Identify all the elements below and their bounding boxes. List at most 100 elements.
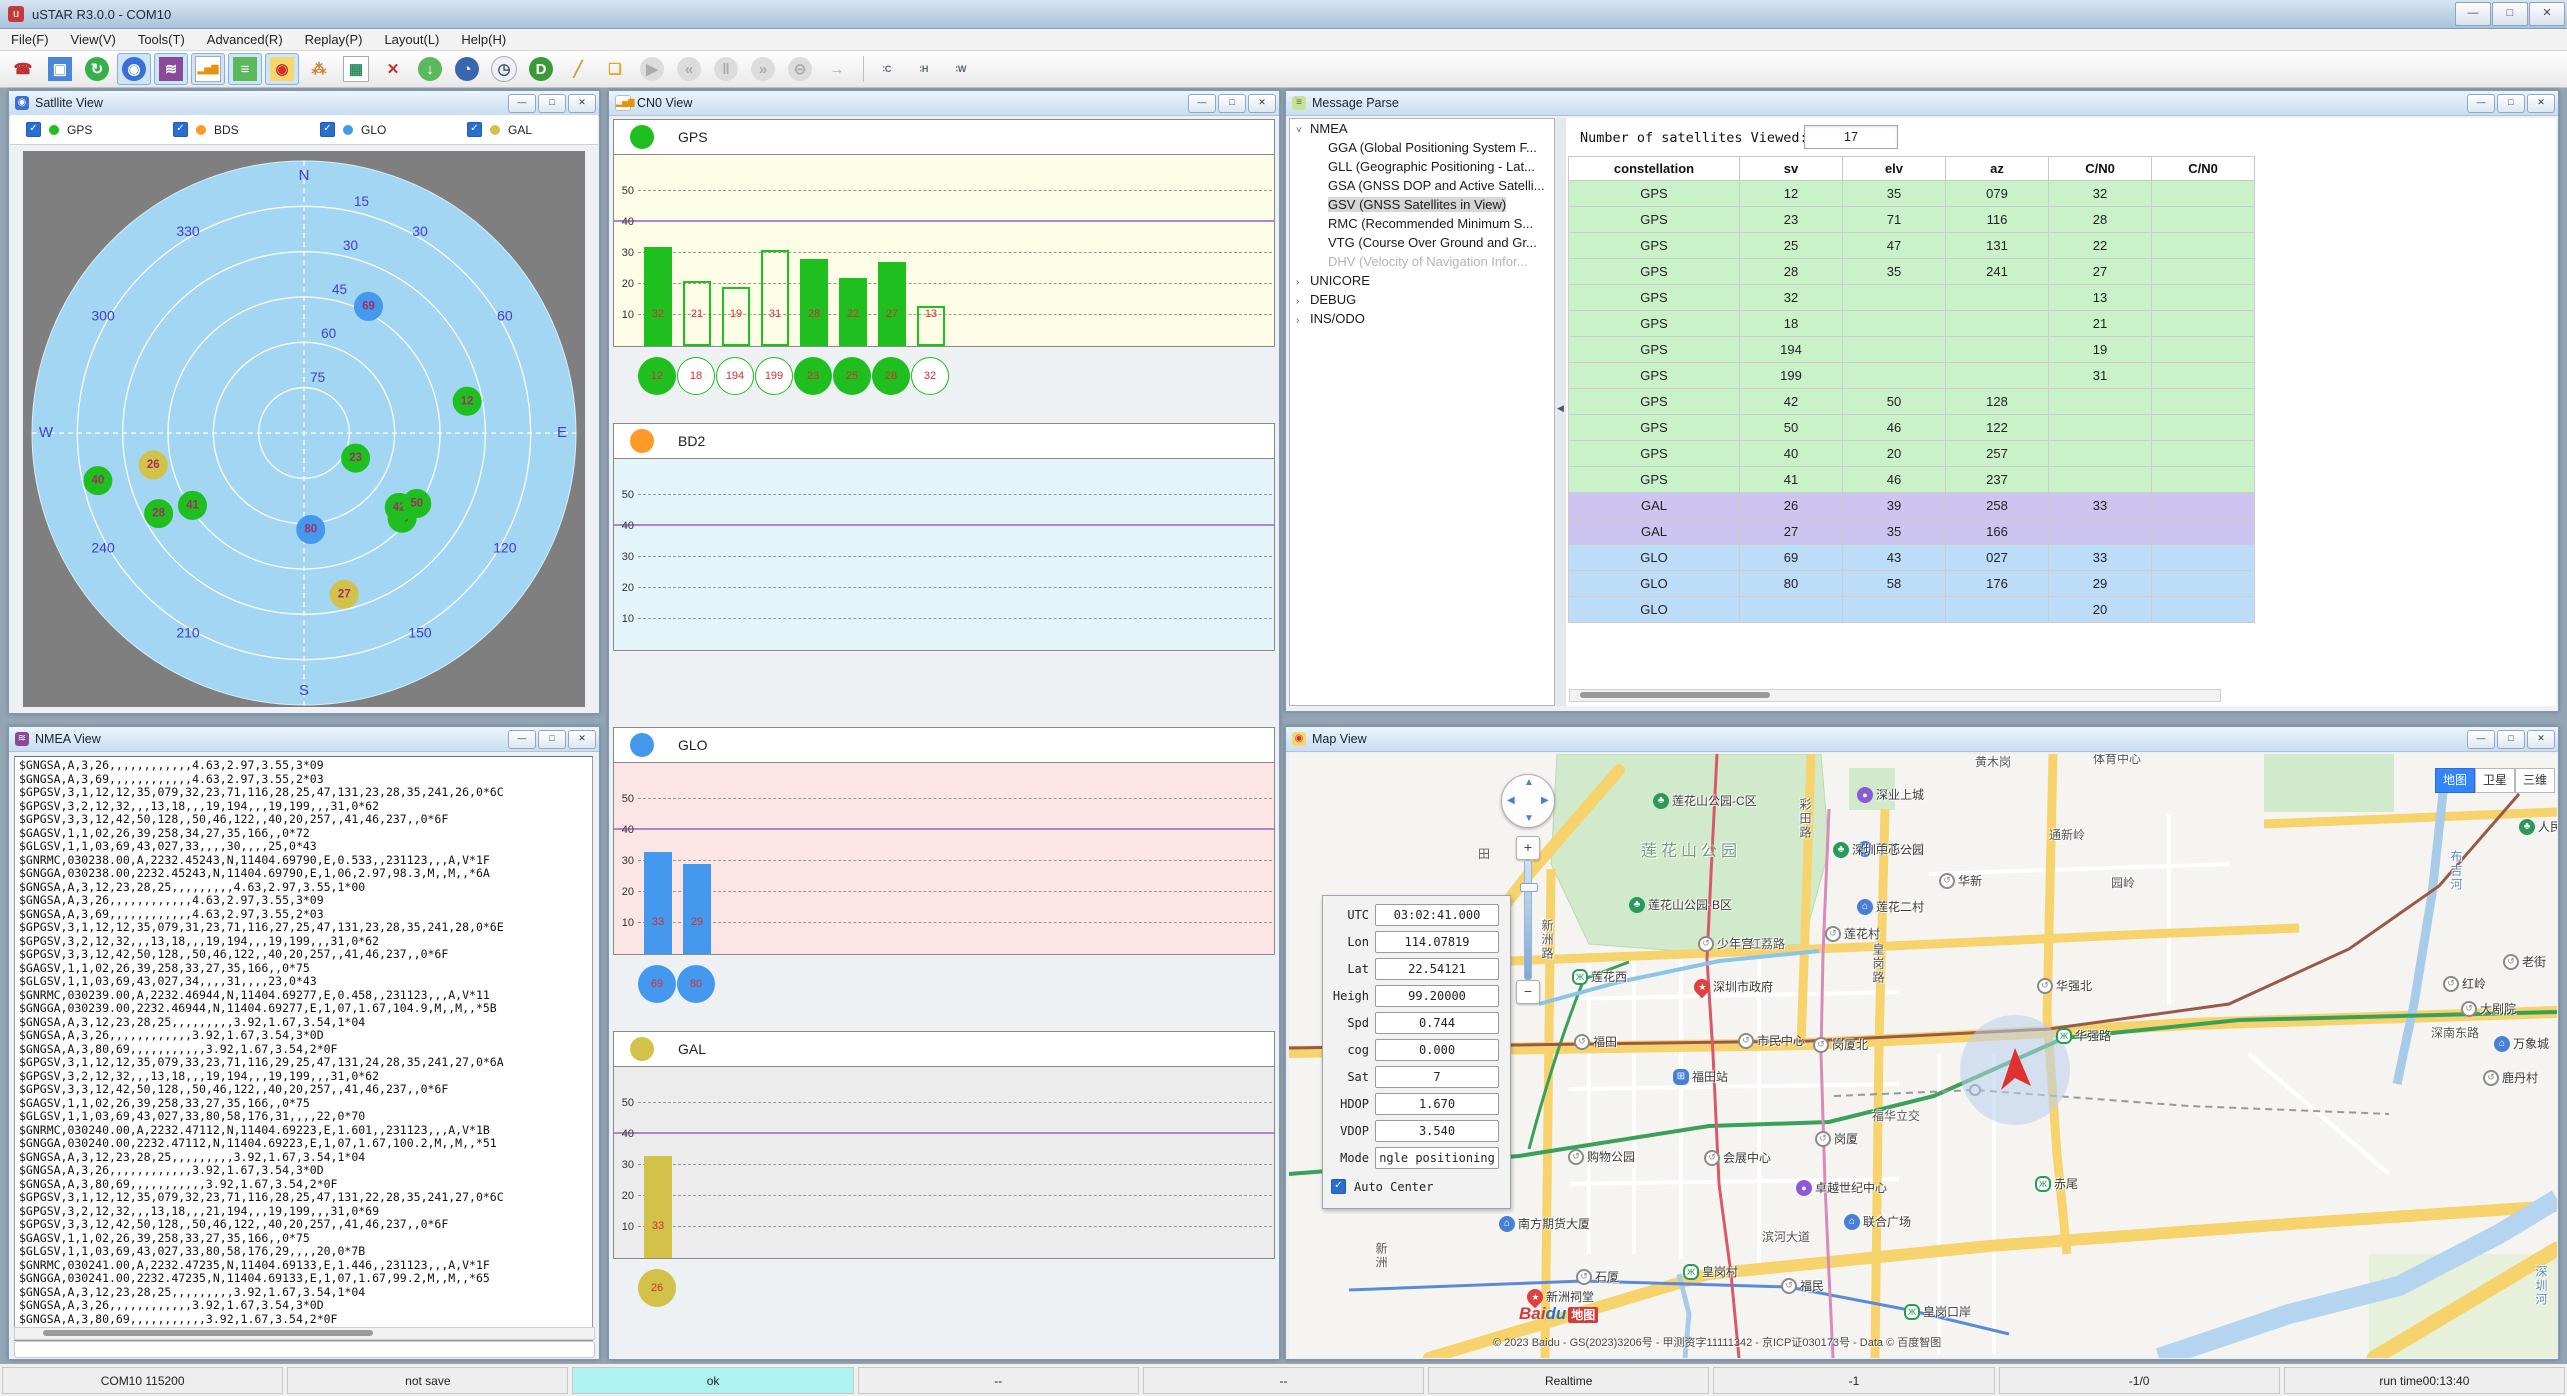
- map-label[interactable]: ↺会展中心: [1704, 1149, 1771, 1166]
- clock-icon[interactable]: ◷: [487, 53, 521, 85]
- map-label[interactable]: ↺华新: [1939, 872, 1982, 889]
- menu-layout[interactable]: Layout(L): [373, 29, 450, 50]
- checkbox-checked-icon[interactable]: ✓: [320, 122, 335, 137]
- map-label[interactable]: ♣人民公园: [2519, 818, 2557, 835]
- checkbox-checked-icon[interactable]: ✓: [26, 122, 41, 137]
- info-value[interactable]: 0.000: [1375, 1039, 1499, 1061]
- minimize-button[interactable]: —: [508, 94, 536, 113]
- info-value[interactable]: 1.670: [1375, 1093, 1499, 1115]
- cn0-view-icon[interactable]: ▂▅▇: [191, 53, 225, 85]
- satellite-view-titlebar[interactable]: ◉ Satllite View —□✕: [9, 91, 599, 116]
- legend-bds[interactable]: ✓BDS: [157, 122, 304, 137]
- map-label[interactable]: ●卓越世纪中心: [1796, 1179, 1887, 1196]
- tree-item-gsv[interactable]: GSV (GNSS Satellites in View): [1290, 195, 1554, 214]
- tree-item-rmc[interactable]: RMC (Recommended Minimum S...: [1290, 214, 1554, 233]
- map-label[interactable]: Ж皇岗村: [1683, 1263, 1738, 1280]
- table-row[interactable]: GPS5046122: [1569, 415, 2255, 441]
- nmea-hscrollbar[interactable]: [14, 1327, 595, 1340]
- maximize-button[interactable]: □: [2492, 2, 2528, 26]
- map-label[interactable]: Ж皇岗口岸: [1904, 1303, 1971, 1320]
- map-type-button[interactable]: 卫星: [2475, 768, 2515, 793]
- map-label[interactable]: ↺少年宫: [1698, 935, 1753, 952]
- nmea-input-strip[interactable]: [14, 1341, 595, 1358]
- table-row[interactable]: GPS237111628: [1569, 207, 2255, 233]
- footprint-icon[interactable]: ⁂: [302, 53, 336, 85]
- table-row[interactable]: GPS1821: [1569, 311, 2255, 337]
- restore-button[interactable]: □: [538, 730, 566, 749]
- map-view-titlebar[interactable]: ◉ Map View —□✕: [1286, 727, 2558, 752]
- table-row[interactable]: GLO694302733: [1569, 545, 2255, 571]
- map-label[interactable]: 福华立交: [1872, 1107, 1920, 1124]
- map-label[interactable]: 红荔路: [1749, 935, 1785, 952]
- map-label[interactable]: ★新洲祠堂: [1527, 1288, 1594, 1305]
- nmea-view-titlebar[interactable]: ≋ NMEA View —□✕: [9, 727, 599, 752]
- main-titlebar[interactable]: u uSTAR R3.0.0 - COM10 —□✕: [0, 0, 2567, 29]
- info-value[interactable]: ngle positioning: [1375, 1147, 1499, 1169]
- tree-item-gll[interactable]: GLL (Geographic Positioning - Lat...: [1290, 157, 1554, 176]
- close-button[interactable]: ✕: [568, 94, 596, 113]
- close-button[interactable]: ✕: [1248, 94, 1276, 113]
- minimize-button[interactable]: —: [1188, 94, 1216, 113]
- map-label[interactable]: 新洲路: [1539, 919, 1556, 961]
- checkbox-checked-icon[interactable]: ✓: [173, 122, 188, 137]
- tree-item-unicore[interactable]: ›UNICORE: [1290, 271, 1554, 290]
- pan-down-icon[interactable]: ▼: [1524, 813, 1534, 824]
- table-hscrollbar[interactable]: [1569, 689, 2221, 702]
- temp-w-icon[interactable]: ∶W: [944, 53, 978, 85]
- legend-glo[interactable]: ✓GLO: [304, 122, 451, 137]
- message-parse-titlebar[interactable]: ≡ Message Parse —□✕: [1286, 91, 2558, 116]
- table-row[interactable]: GPS4020257: [1569, 441, 2255, 467]
- restore-button[interactable]: □: [2497, 730, 2525, 749]
- temp-h-icon[interactable]: ∶H: [907, 53, 941, 85]
- map-canvas[interactable]: ♣莲花山公园-C区莲花山公园♣莲花山公园-B区新洲路彩田路皇岗路●深业上城⌂莲花…: [1289, 754, 2557, 1358]
- menu-advanced[interactable]: Advanced(R): [196, 29, 294, 50]
- zoom-track[interactable]: [1524, 860, 1532, 980]
- map-label[interactable]: ♣莲花山公园-B区: [1629, 896, 1732, 913]
- map-label[interactable]: ↺大剧院: [2461, 1000, 2516, 1017]
- close-button[interactable]: ✕: [2527, 730, 2555, 749]
- coord-c-icon[interactable]: ∶C: [870, 53, 904, 85]
- map-label[interactable]: ●深业上城: [1857, 786, 1924, 803]
- menu-help[interactable]: Help(H): [450, 29, 517, 50]
- pan-left-icon[interactable]: ◀: [1507, 795, 1515, 806]
- map-label[interactable]: ↺岗厦: [1815, 1130, 1858, 1147]
- info-value[interactable]: 114.07819: [1375, 931, 1499, 953]
- sky-plot[interactable]: NESW306012015021024030033015304560751223…: [23, 151, 585, 707]
- map-label[interactable]: ⊞福田站: [1673, 1068, 1728, 1085]
- map-label[interactable]: ⌂联合广场: [1844, 1213, 1911, 1230]
- legend-gal[interactable]: ✓GAL: [451, 122, 598, 137]
- map-label[interactable]: 体育中心: [2093, 754, 2141, 767]
- minimize-button[interactable]: —: [2455, 2, 2491, 26]
- legend-gps[interactable]: ✓GPS: [10, 122, 157, 137]
- menu-file[interactable]: File(F): [0, 29, 60, 50]
- menu-replay[interactable]: Replay(P): [294, 29, 374, 50]
- table-row[interactable]: GLO20: [1569, 597, 2255, 623]
- viewed-count-value[interactable]: 17: [1804, 125, 1898, 149]
- map-label[interactable]: 园岭: [2111, 874, 2135, 891]
- table-row[interactable]: GPS283524127: [1569, 259, 2255, 285]
- tree-item-gga[interactable]: GGA (Global Positioning System F...: [1290, 138, 1554, 157]
- map-label[interactable]: 黄木岗: [1975, 754, 2011, 770]
- map-label[interactable]: ↺岗厦北: [1813, 1036, 1868, 1053]
- restore-button[interactable]: □: [1218, 94, 1246, 113]
- map-label[interactable]: ♣莲花山公园-C区: [1653, 792, 1757, 809]
- info-value[interactable]: 0.744: [1375, 1012, 1499, 1034]
- map-label[interactable]: ♣深圳中心公园: [1833, 841, 1924, 858]
- table-row[interactable]: GAL2735166: [1569, 519, 2255, 545]
- map-type-button[interactable]: 三维: [2515, 768, 2555, 793]
- close-button[interactable]: ✕: [2527, 94, 2555, 113]
- map-label[interactable]: 田: [1478, 845, 1490, 862]
- folder-icon[interactable]: ❏: [598, 53, 632, 85]
- minimize-button[interactable]: —: [2467, 94, 2495, 113]
- menu-view[interactable]: View(V): [60, 29, 127, 50]
- brush-icon[interactable]: ╱: [561, 53, 595, 85]
- tree-item-ins-odo[interactable]: ›INS/ODO: [1290, 309, 1554, 328]
- info-value[interactable]: 03:02:41.000: [1375, 904, 1499, 926]
- nmea-view-icon[interactable]: ≋: [154, 53, 188, 85]
- refresh-icon[interactable]: ↻: [80, 53, 114, 85]
- minimize-button[interactable]: —: [508, 730, 536, 749]
- close-button[interactable]: ✕: [568, 730, 596, 749]
- tree-expander-icon[interactable]: ˅: [1296, 121, 1310, 140]
- map-label[interactable]: ↺市民中心: [1738, 1032, 1805, 1049]
- nmea-text-area[interactable]: $GNGSA,A,3,26,,,,,,,,,,,,4.63,2.97,3.55,…: [14, 756, 593, 1341]
